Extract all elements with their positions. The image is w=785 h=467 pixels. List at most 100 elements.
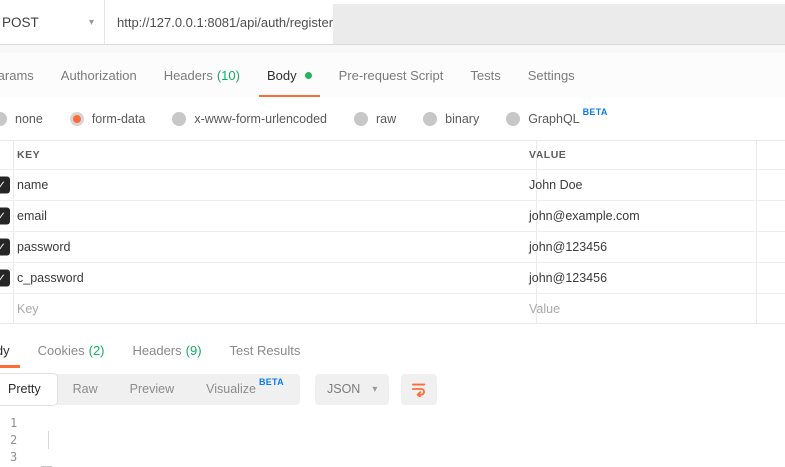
new-key-cell: [0, 302, 519, 316]
value-cell[interactable]: john@123456: [519, 240, 785, 254]
radio-graphql[interactable]: GraphQL BETA: [506, 112, 607, 126]
cookies-count-badge: (2): [89, 343, 105, 358]
chevron-down-icon: ▾: [89, 17, 94, 28]
tab-params[interactable]: Params: [0, 53, 34, 97]
tab-settings[interactable]: Settings: [528, 53, 575, 97]
tab-body[interactable]: Body: [267, 53, 312, 97]
new-value-input[interactable]: [529, 302, 775, 316]
check-icon: ✓: [0, 272, 6, 285]
chevron-down-icon: ▾: [372, 384, 377, 395]
wrap-text-icon: [411, 381, 427, 397]
headers-count-badge: (10): [217, 68, 240, 83]
radio-icon: [172, 112, 186, 126]
line-number: 1: [10, 415, 42, 432]
response-tab-headers[interactable]: Headers (9): [133, 332, 202, 368]
row-checkbox[interactable]: ✓: [0, 177, 10, 194]
response-body-viewer: 1 2 3 { "message": "Successfully created…: [0, 410, 785, 467]
response-tab-body[interactable]: Body: [0, 332, 10, 368]
tab-label: Headers: [164, 68, 213, 83]
response-toolbar: Pretty Raw Preview Visualize BETA JSON ▾: [0, 368, 785, 410]
row-checkbox[interactable]: ✓: [0, 239, 10, 256]
response-tab-cookies[interactable]: Cookies (2): [38, 332, 105, 368]
radio-binary[interactable]: binary: [423, 112, 479, 126]
line-numbers: 1 2 3: [0, 415, 42, 467]
format-label: JSON: [327, 382, 360, 396]
view-raw[interactable]: Raw: [57, 374, 114, 405]
tab-authorization[interactable]: Authorization: [61, 53, 137, 97]
tab-label: Pre-request Script: [339, 68, 444, 83]
body-content-dot: [305, 72, 312, 79]
key-cell[interactable]: email: [0, 209, 519, 223]
method-label: POST: [2, 15, 39, 30]
row-checkbox[interactable]: ✓: [0, 270, 10, 287]
request-tabs: Params Authorization Headers (10) Body P…: [0, 53, 785, 97]
tab-label: Params: [0, 68, 34, 83]
beta-badge: BETA: [259, 377, 284, 387]
tab-headers[interactable]: Headers (10): [164, 53, 240, 97]
new-key-input[interactable]: [17, 302, 499, 316]
view-label: Preview: [130, 382, 174, 396]
tab-label: Settings: [528, 68, 575, 83]
radio-icon: [0, 112, 7, 126]
radio-form-data[interactable]: form-data: [70, 112, 146, 126]
check-icon: ✓: [0, 241, 6, 254]
tab-label: Body: [0, 343, 10, 358]
line-number: 2: [10, 432, 42, 449]
radio-label: form-data: [92, 112, 146, 126]
radio-none[interactable]: none: [0, 112, 43, 126]
view-label: Visualize: [206, 382, 256, 396]
check-icon: ✓: [0, 210, 6, 223]
view-label: Raw: [73, 382, 98, 396]
radio-label: none: [15, 112, 43, 126]
tab-label: Headers: [133, 343, 182, 358]
check-icon: ✓: [0, 179, 6, 192]
method-dropdown[interactable]: POST ▾: [0, 0, 104, 44]
response-tabs: Body Cookies (2) Headers (9) Test Result…: [0, 332, 785, 368]
beta-badge: BETA: [583, 107, 608, 117]
table-row: ✓ email john@example.com: [0, 200, 785, 231]
new-row: [0, 293, 785, 323]
view-pretty[interactable]: Pretty: [0, 374, 57, 405]
format-dropdown[interactable]: JSON ▾: [315, 374, 389, 405]
url-input[interactable]: [105, 0, 333, 44]
table-row: ✓ password john@123456: [0, 231, 785, 262]
value-cell[interactable]: john@example.com: [519, 209, 785, 223]
tab-label: Cookies: [38, 343, 85, 358]
table-row: ✓ c_password john@123456: [0, 262, 785, 293]
value-cell[interactable]: John Doe: [519, 178, 785, 192]
radio-icon: [506, 112, 520, 126]
table-header: KEY VALUE: [0, 141, 785, 169]
value-cell[interactable]: john@123456: [519, 271, 785, 285]
radio-label: binary: [445, 112, 479, 126]
tab-pre-request-script[interactable]: Pre-request Script: [339, 53, 444, 97]
radio-label: x-www-form-urlencoded: [194, 112, 327, 126]
indent-guide: [48, 431, 49, 449]
key-cell[interactable]: password: [0, 240, 519, 254]
radio-label: raw: [376, 112, 396, 126]
headers-count-badge: (9): [186, 343, 202, 358]
radio-x-www-form-urlencoded[interactable]: x-www-form-urlencoded: [172, 112, 327, 126]
key-cell[interactable]: c_password: [0, 271, 519, 285]
tab-tests[interactable]: Tests: [470, 53, 500, 97]
key-column-header: KEY: [0, 149, 519, 161]
value-column-header: VALUE: [519, 149, 785, 161]
form-data-table: KEY VALUE ✓ name John Doe ✓ email john@e…: [0, 140, 785, 324]
row-checkbox[interactable]: ✓: [0, 208, 10, 225]
radio-raw[interactable]: raw: [354, 112, 396, 126]
request-bar: POST ▾: [0, 0, 785, 45]
key-cell[interactable]: name: [0, 178, 519, 192]
json-code: { "message": "Successfully created user!…: [42, 415, 785, 467]
radio-label: GraphQL: [528, 112, 579, 126]
tab-label: Test Results: [230, 343, 301, 358]
tab-label: Body: [267, 68, 297, 83]
radio-icon: [354, 112, 368, 126]
radio-icon: [423, 112, 437, 126]
view-switcher: Pretty Raw Preview Visualize BETA: [0, 374, 300, 405]
view-visualize[interactable]: Visualize BETA: [190, 374, 300, 405]
response-tab-test-results[interactable]: Test Results: [230, 332, 301, 368]
tab-label: Authorization: [61, 68, 137, 83]
request-bar-fill: [333, 4, 785, 44]
new-value-cell: [519, 302, 785, 316]
wrap-text-button[interactable]: [401, 374, 437, 405]
view-preview[interactable]: Preview: [114, 374, 190, 405]
